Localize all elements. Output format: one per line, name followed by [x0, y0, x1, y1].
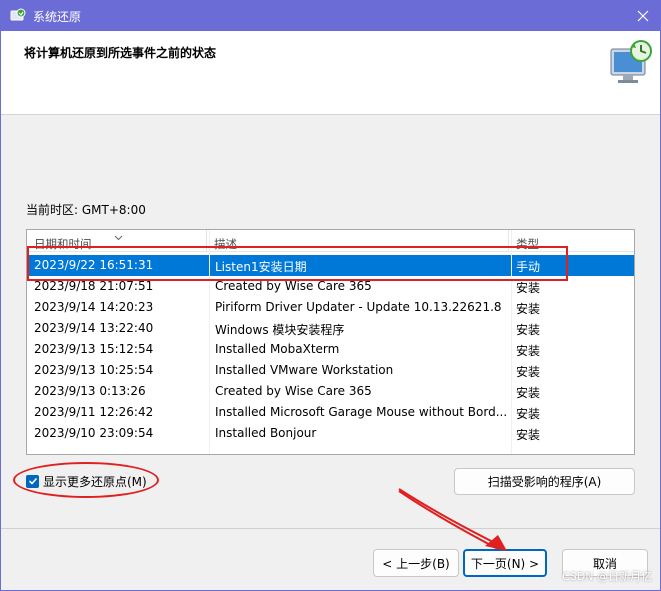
row-type: 安装 [516, 407, 541, 421]
row-type: 安装 [516, 281, 541, 295]
system-restore-icon [10, 8, 26, 24]
row-type: 安装 [516, 365, 541, 379]
row-type: 安装 [516, 428, 541, 442]
row-date: 2023/9/11 12:26:42 [34, 405, 154, 419]
footer-divider [1, 528, 660, 529]
row-date: 2023/9/14 13:22:40 [34, 321, 154, 335]
system-restore-window: 系统还原 将计算机还原到所选事件之前的状态 当前时区: GMT+8:00 日期和… [0, 0, 661, 591]
window-title: 系统还原 [33, 10, 82, 24]
row-description: Installed VMware Workstation [215, 363, 394, 377]
scan-affected-programs-button[interactable]: 扫描受影响的程序(A) [454, 468, 635, 495]
table-row[interactable]: 2023/9/13 15:12:54 Installed MobaXterm 安… [27, 339, 634, 360]
annotation-highlight-box [27, 246, 568, 281]
row-description: Windows 模块安装程序 [215, 323, 345, 337]
row-description: Created by Wise Care 365 [215, 279, 372, 293]
row-description: Installed Microsoft Garage Mouse without… [215, 405, 507, 419]
sort-chevron-icon [114, 230, 123, 244]
row-description: Installed Bonjour [215, 426, 317, 440]
table-row[interactable]: 2023/9/13 10:25:54 Installed VMware Work… [27, 360, 634, 381]
row-type: 安装 [516, 302, 541, 316]
row-type: 安装 [516, 344, 541, 358]
next-button[interactable]: 下一页(N) > [463, 549, 547, 577]
timezone-label: 当前时区: GMT+8:00 [26, 203, 146, 217]
table-row[interactable]: 2023/9/13 0:13:26 Created by Wise Care 3… [27, 381, 634, 402]
row-date: 2023/9/13 15:12:54 [34, 342, 154, 356]
page-heading: 将计算机还原到所选事件之前的状态 [24, 46, 217, 60]
row-date: 2023/9/13 10:25:54 [34, 363, 154, 377]
row-date: 2023/9/13 0:13:26 [34, 384, 146, 398]
annotation-ellipse [13, 462, 159, 498]
row-type: 安装 [516, 323, 541, 337]
close-icon [637, 10, 649, 22]
header-panel: 将计算机还原到所选事件之前的状态 [1, 31, 660, 115]
row-description: Piriform Driver Updater - Update 10.13.2… [215, 300, 502, 314]
restore-monitor-icon [607, 39, 655, 87]
table-row[interactable]: 2023/9/14 14:20:23 Piriform Driver Updat… [27, 297, 634, 318]
row-description: Installed MobaXterm [215, 342, 340, 356]
watermark-text: CSDN @日新月亿 [562, 570, 652, 583]
close-button[interactable] [632, 5, 654, 27]
row-date: 2023/9/10 23:09:54 [34, 426, 154, 440]
row-description: Created by Wise Care 365 [215, 384, 372, 398]
back-button[interactable]: < 上一步(B) [373, 549, 459, 577]
title-bar: 系统还原 [1, 1, 660, 31]
table-row[interactable]: 2023/9/11 12:26:42 Installed Microsoft G… [27, 402, 634, 423]
table-row[interactable]: 2023/9/14 13:22:40 Windows 模块安装程序 安装 [27, 318, 634, 339]
row-date: 2023/9/18 21:07:51 [34, 279, 154, 293]
table-row[interactable]: 2023/9/10 23:09:54 Installed Bonjour 安装 [27, 423, 634, 444]
row-type: 安装 [516, 386, 541, 400]
row-date: 2023/9/14 14:20:23 [34, 300, 154, 314]
